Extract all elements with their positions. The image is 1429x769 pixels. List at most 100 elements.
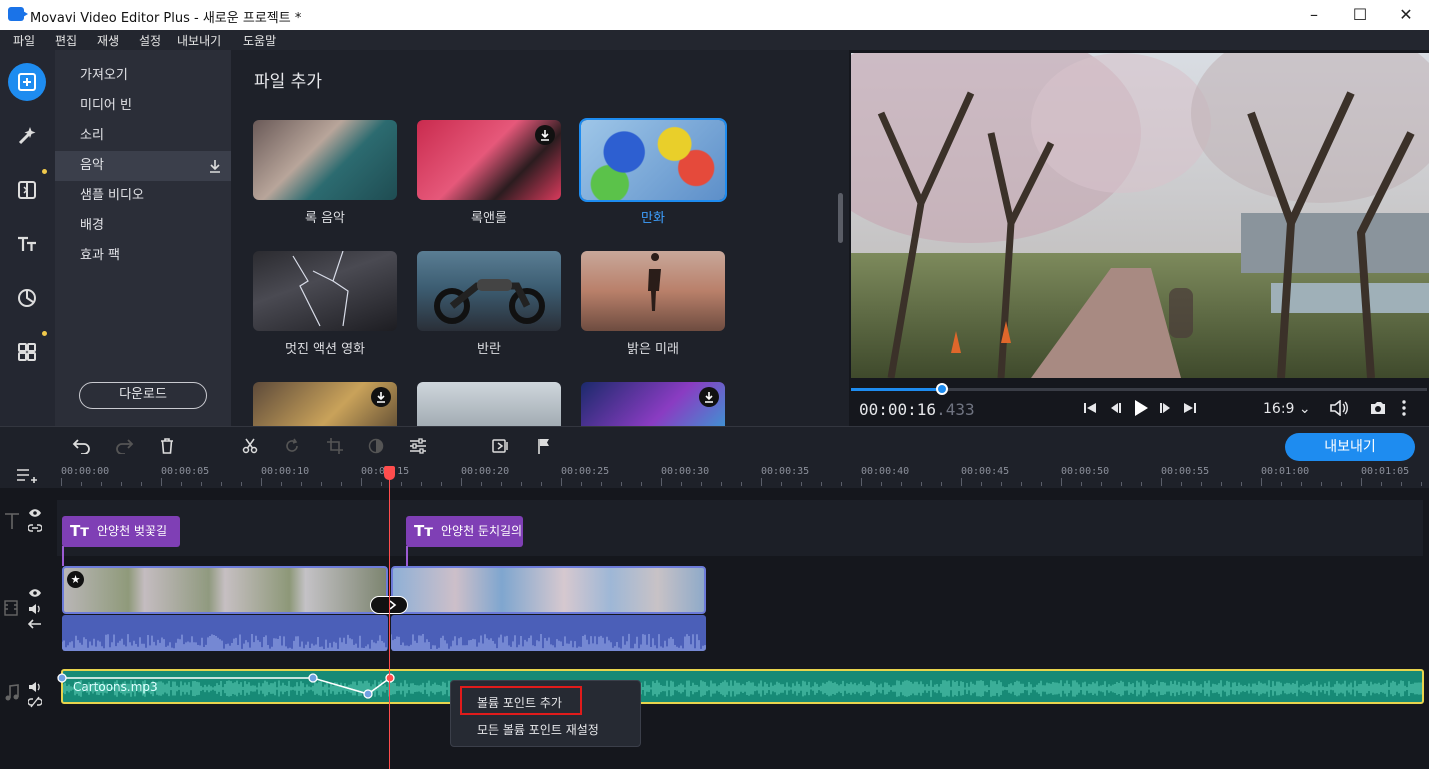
ruler-label: 00:01:05	[1361, 466, 1410, 477]
insert-media-button[interactable]	[490, 435, 512, 457]
menu-edit[interactable]: 편집	[55, 32, 77, 49]
link-icon[interactable]	[28, 523, 42, 533]
title-clip-label: 안양천 둔치길의	[441, 524, 523, 538]
clip-properties-button[interactable]	[407, 435, 429, 457]
category-music[interactable]: 음악	[55, 151, 231, 181]
ruler-label: 00:00:20	[461, 466, 510, 477]
undo-button[interactable]	[71, 435, 93, 457]
stickers-button[interactable]	[8, 279, 46, 317]
filters-button[interactable]	[8, 117, 46, 155]
menu-export[interactable]: 내보내기	[177, 32, 221, 49]
tile-rebellion[interactable]	[417, 251, 561, 331]
skip-to-start-button[interactable]	[1083, 398, 1097, 418]
video-audio-waveform[interactable]	[391, 615, 706, 651]
scrollbar[interactable]	[838, 193, 843, 243]
text-icon: Tт	[414, 522, 433, 540]
add-track-icon[interactable]	[16, 466, 38, 484]
video-audio-waveform[interactable]	[62, 615, 388, 651]
menu-file[interactable]: 파일	[13, 32, 35, 49]
delete-button[interactable]	[156, 435, 178, 457]
reset-volume-points-item[interactable]: 모든 볼륨 포인트 재설정	[477, 721, 599, 738]
rotate-button[interactable]	[281, 435, 303, 457]
step-forward-icon	[1160, 403, 1170, 413]
aspect-ratio-select[interactable]: 16:9 ⌄	[1263, 401, 1311, 417]
play-button[interactable]	[1133, 398, 1149, 418]
play-icon	[1135, 400, 1148, 416]
tile-rock-music[interactable]	[253, 120, 397, 200]
redo-button[interactable]	[113, 435, 135, 457]
category-media-bin[interactable]: 미디어 빈	[55, 91, 231, 121]
undo-icon	[72, 439, 90, 454]
export-button[interactable]: 내보내기	[1285, 433, 1415, 461]
playhead[interactable]	[389, 468, 390, 769]
previous-frame-button[interactable]	[1108, 398, 1122, 418]
transitions-button[interactable]	[8, 171, 46, 209]
text-icon: Tт	[70, 522, 89, 540]
tile-cartoons[interactable]	[579, 118, 727, 202]
playback-progress[interactable]	[851, 383, 1427, 395]
volume-icon[interactable]	[28, 681, 42, 693]
volume-envelope[interactable]	[55, 668, 400, 704]
camera-icon	[1371, 402, 1385, 414]
color-adjust-button[interactable]	[365, 435, 387, 457]
context-menu: 볼륨 포인트 추가 모든 볼륨 포인트 재설정	[450, 680, 641, 747]
new-badge	[42, 331, 47, 336]
ruler-label: 00:00:30	[661, 466, 710, 477]
visibility-eye-icon[interactable]	[28, 508, 42, 518]
import-files-button[interactable]	[8, 63, 46, 101]
more-options-button[interactable]	[1401, 398, 1407, 418]
category-backgrounds[interactable]: 배경	[55, 211, 231, 241]
clock-icon	[18, 289, 36, 307]
video-clip[interactable]	[391, 566, 706, 614]
more-tools-button[interactable]	[8, 333, 46, 371]
tile-label: 록앤롤	[471, 211, 507, 226]
snapshot-button[interactable]	[1369, 398, 1387, 418]
volume-icon[interactable]	[28, 603, 42, 615]
category-sample-videos[interactable]: 샘플 비디오	[55, 181, 231, 211]
arrow-left-icon[interactable]	[28, 619, 42, 629]
download-button[interactable]: 다운로드	[79, 382, 207, 409]
video-preview	[851, 53, 1429, 378]
visibility-eye-icon[interactable]	[28, 588, 42, 598]
rotate-icon	[286, 438, 298, 452]
category-sounds[interactable]: 소리	[55, 121, 231, 151]
menu-playback[interactable]: 재생	[97, 32, 119, 49]
close-button[interactable]: ✕	[1383, 0, 1429, 30]
maximize-button[interactable]: ☐	[1337, 0, 1383, 30]
download-icon[interactable]	[535, 125, 555, 145]
unlink-icon[interactable]	[28, 696, 42, 708]
progress-knob[interactable]	[936, 383, 948, 395]
cut-button[interactable]	[239, 435, 261, 457]
tile-flowers[interactable]	[253, 382, 397, 426]
ruler-label: 00:00:05	[161, 466, 210, 477]
crop-button[interactable]	[324, 435, 346, 457]
menu-settings[interactable]: 설정	[139, 32, 161, 49]
titles-button[interactable]	[8, 225, 46, 263]
add-marker-button[interactable]	[533, 435, 555, 457]
timeline-ruler[interactable]: 00:00:00 00:00:05 00:00:10 00:00:15 00:0…	[0, 464, 1429, 488]
menu-help[interactable]: 도움말	[243, 32, 276, 49]
add-file-icon	[18, 73, 36, 91]
title-clip[interactable]: Tт 안양천 벚꽃길	[62, 516, 180, 547]
tile-rock-n-roll[interactable]	[417, 120, 561, 200]
minimize-button[interactable]: –	[1291, 0, 1337, 30]
next-frame-button[interactable]	[1159, 398, 1173, 418]
tile-couple[interactable]	[417, 382, 561, 426]
timecode: 00:00:16.433	[859, 400, 975, 419]
add-volume-point-item[interactable]: 볼륨 포인트 추가	[477, 694, 562, 711]
volume-button[interactable]	[1329, 398, 1349, 418]
category-effect-packs[interactable]: 효과 팩	[55, 241, 231, 271]
skip-to-end-button[interactable]	[1183, 398, 1197, 418]
download-icon[interactable]	[371, 387, 391, 407]
playhead-handle[interactable]	[384, 466, 395, 480]
tile-action-movie[interactable]	[253, 251, 397, 331]
title-clip[interactable]: Tт 안양천 둔치길의	[406, 516, 523, 547]
download-icon[interactable]	[699, 387, 719, 407]
download-icon[interactable]	[209, 159, 221, 173]
title-track	[57, 500, 1423, 556]
tile-bright-future[interactable]	[581, 251, 725, 331]
step-back-icon	[1111, 403, 1121, 413]
category-import[interactable]: 가져오기	[55, 61, 231, 91]
video-clip[interactable]: ★	[62, 566, 388, 614]
tile-neon[interactable]	[581, 382, 725, 426]
